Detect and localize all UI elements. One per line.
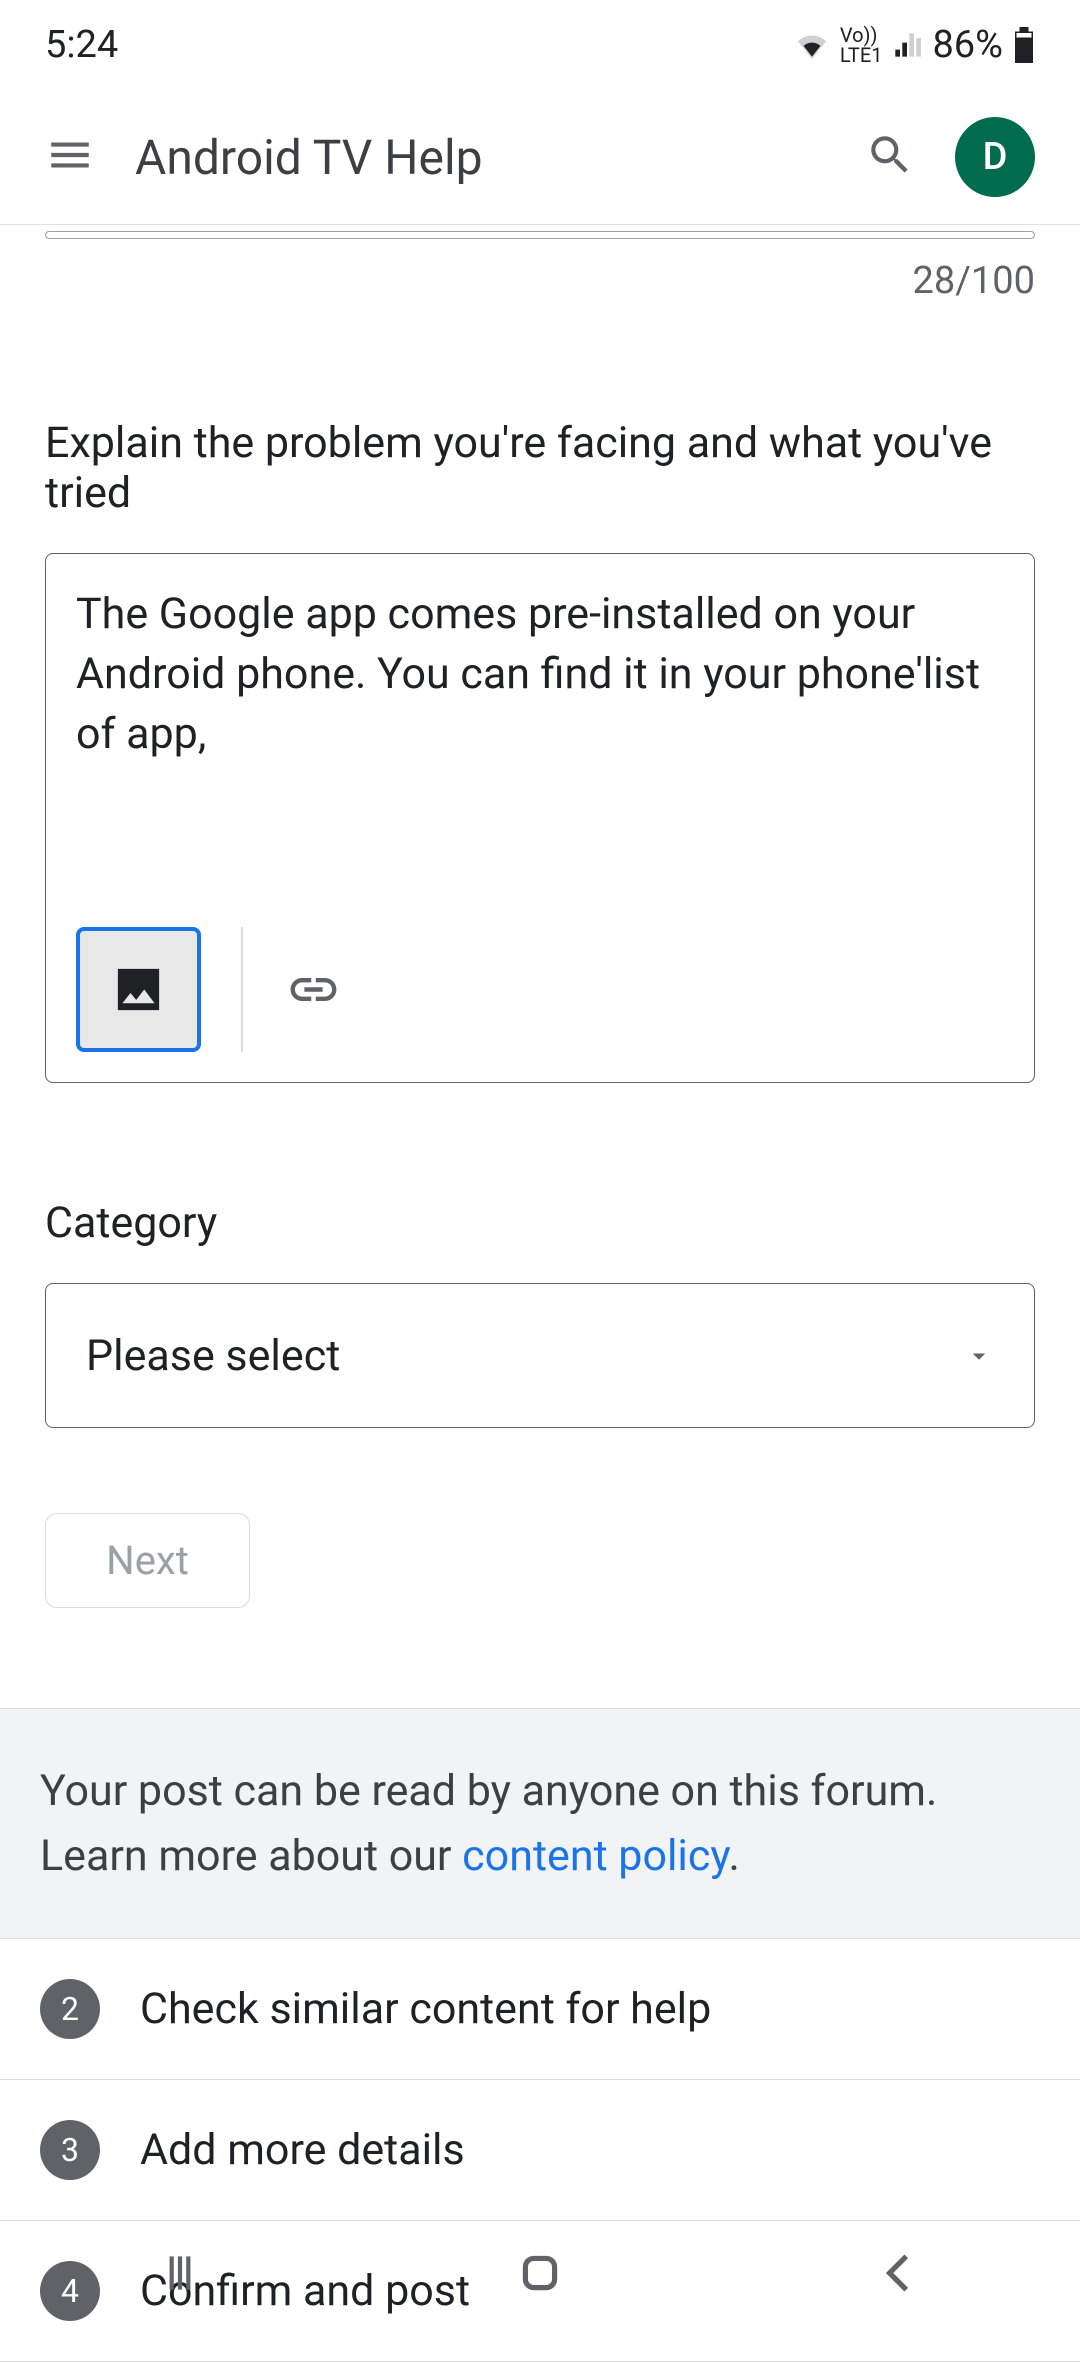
toolbar-divider: [241, 927, 243, 1052]
search-icon: [865, 130, 915, 180]
home-icon: [515, 2248, 565, 2298]
status-time: 5:24: [45, 23, 118, 67]
image-icon: [111, 962, 166, 1017]
next-button[interactable]: Next: [45, 1513, 250, 1608]
system-nav-bar: [0, 2210, 1080, 2340]
signal-icon: [892, 31, 922, 59]
network-label: Vo)) LTE1: [840, 25, 883, 65]
main-content: 28/100 Explain the problem you're facing…: [0, 231, 1080, 1608]
notice-text-2: .: [729, 1831, 740, 1881]
attach-image-button[interactable]: [76, 927, 201, 1052]
step-label: Add more details: [140, 2125, 465, 2175]
page-title: Android TV Help: [135, 129, 825, 186]
status-bar: 5:24 Vo)) LTE1 86%: [0, 0, 1080, 90]
title-field-bottom[interactable]: [45, 231, 1035, 239]
step-label: Check similar content for help: [140, 1984, 711, 2034]
step-3-row[interactable]: 3 Add more details: [0, 2080, 1080, 2221]
back-icon: [875, 2248, 925, 2298]
category-value: Please select: [86, 1331, 340, 1381]
attach-link-button[interactable]: [283, 960, 343, 1020]
wifi-icon: [794, 31, 830, 59]
avatar[interactable]: D: [955, 117, 1035, 197]
explain-label: Explain the problem you're facing and wh…: [45, 418, 1035, 518]
step-2-row[interactable]: 2 Check similar content for help: [0, 1939, 1080, 2080]
content-policy-link[interactable]: content policy: [462, 1831, 728, 1881]
step-number: 2: [40, 1979, 100, 2039]
link-icon: [286, 962, 341, 1017]
back-button[interactable]: [875, 2248, 925, 2302]
content-policy-notice: Your post can be read by anyone on this …: [0, 1708, 1080, 1939]
search-button[interactable]: [865, 130, 915, 184]
explain-textarea[interactable]: The Google app comes pre-installed on yo…: [45, 553, 1035, 1083]
step-number: 3: [40, 2120, 100, 2180]
hamburger-icon: [45, 130, 95, 180]
category-select[interactable]: Please select: [45, 1283, 1035, 1428]
battery-percent: 86%: [932, 23, 1003, 67]
status-right: Vo)) LTE1 86%: [794, 23, 1035, 67]
menu-button[interactable]: [45, 130, 95, 184]
chevron-down-icon: [964, 1341, 994, 1371]
recent-apps-button[interactable]: [155, 2248, 205, 2302]
category-label: Category: [45, 1198, 1035, 1248]
home-button[interactable]: [515, 2248, 565, 2302]
app-bar: Android TV Help D: [0, 90, 1080, 225]
attach-toolbar: [76, 927, 1004, 1052]
char-counter: 28/100: [45, 259, 1035, 303]
battery-icon: [1013, 27, 1035, 63]
explain-value: The Google app comes pre-installed on yo…: [76, 584, 1004, 907]
recents-icon: [155, 2248, 205, 2298]
